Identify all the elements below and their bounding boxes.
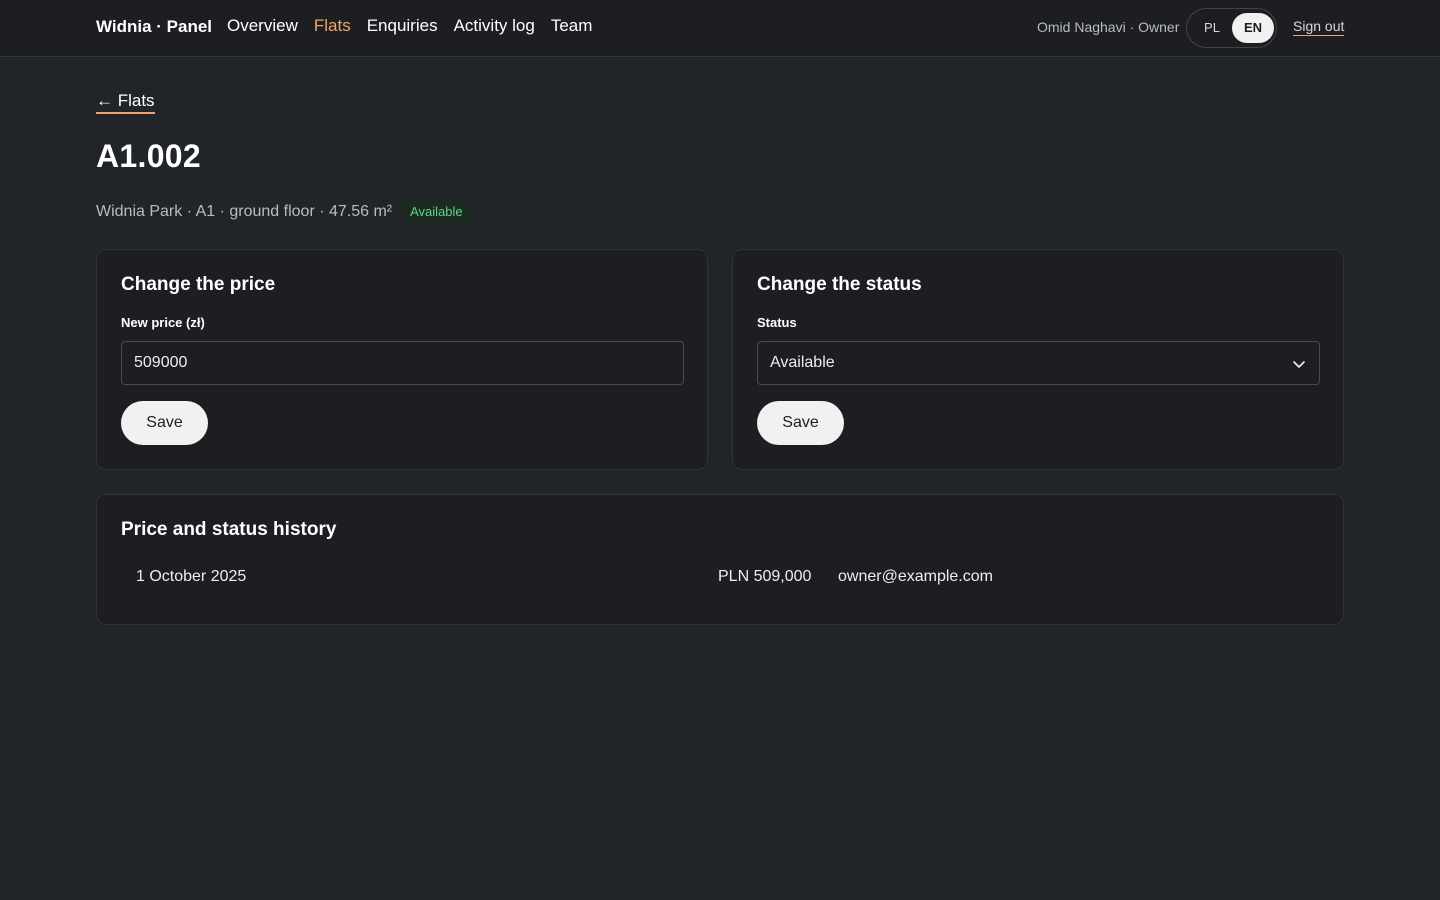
history-card: Price and status history 1 October 2025 … <box>96 494 1344 625</box>
top-navigation-bar: Widnia · Panel Overview Flats Enquiries … <box>0 0 1440 57</box>
flat-details-line: Widnia Park · A1 · ground floor · 47.56 … <box>96 200 473 223</box>
status-select[interactable]: Available <box>757 341 1320 385</box>
status-label: Status <box>757 315 797 330</box>
nav-item-overview[interactable]: Overview <box>227 16 298 36</box>
history-heading: Price and status history <box>121 519 337 540</box>
save-price-button[interactable]: Save <box>121 401 208 445</box>
nav-item-activity-log[interactable]: Activity log <box>454 16 535 36</box>
nav-item-team[interactable]: Team <box>551 16 593 36</box>
brand-logo-text[interactable]: Widnia · Panel <box>96 17 212 37</box>
new-price-label: New price (zł) <box>121 315 205 330</box>
chevron-down-icon <box>1293 361 1305 368</box>
change-price-heading: Change the price <box>121 274 276 295</box>
history-row: 1 October 2025 PLN 509,000 owner@example… <box>97 568 1345 590</box>
page-title: A1.002 <box>96 138 201 174</box>
main-nav: Overview Flats Enquiries Activity log Te… <box>227 16 592 36</box>
language-option-pl[interactable]: PL <box>1191 13 1233 43</box>
status-badge: Available <box>400 200 473 223</box>
flat-details-text: Widnia Park · A1 · ground floor · 47.56 … <box>96 202 393 220</box>
status-select-value: Available <box>770 354 835 371</box>
change-status-card: Change the status Status Available Save <box>732 249 1344 470</box>
history-date: 1 October 2025 <box>136 568 247 585</box>
nav-item-flats[interactable]: Flats <box>314 16 351 36</box>
sign-out-link[interactable]: Sign out <box>1293 18 1345 36</box>
nav-item-enquiries[interactable]: Enquiries <box>367 16 438 36</box>
language-option-en[interactable]: EN <box>1232 13 1274 43</box>
history-price: PLN 509,000 <box>718 568 812 585</box>
back-to-flats-link[interactable]: ← Flats <box>96 91 155 114</box>
change-price-card: Change the price New price (zł) Save <box>96 249 708 470</box>
save-status-button[interactable]: Save <box>757 401 844 445</box>
language-toggle: PL EN <box>1186 8 1277 48</box>
current-user-label: Omid Naghavi · Owner <box>1037 19 1180 35</box>
history-user: owner@example.com <box>838 568 993 585</box>
change-status-heading: Change the status <box>757 274 922 295</box>
new-price-input[interactable] <box>121 341 684 385</box>
